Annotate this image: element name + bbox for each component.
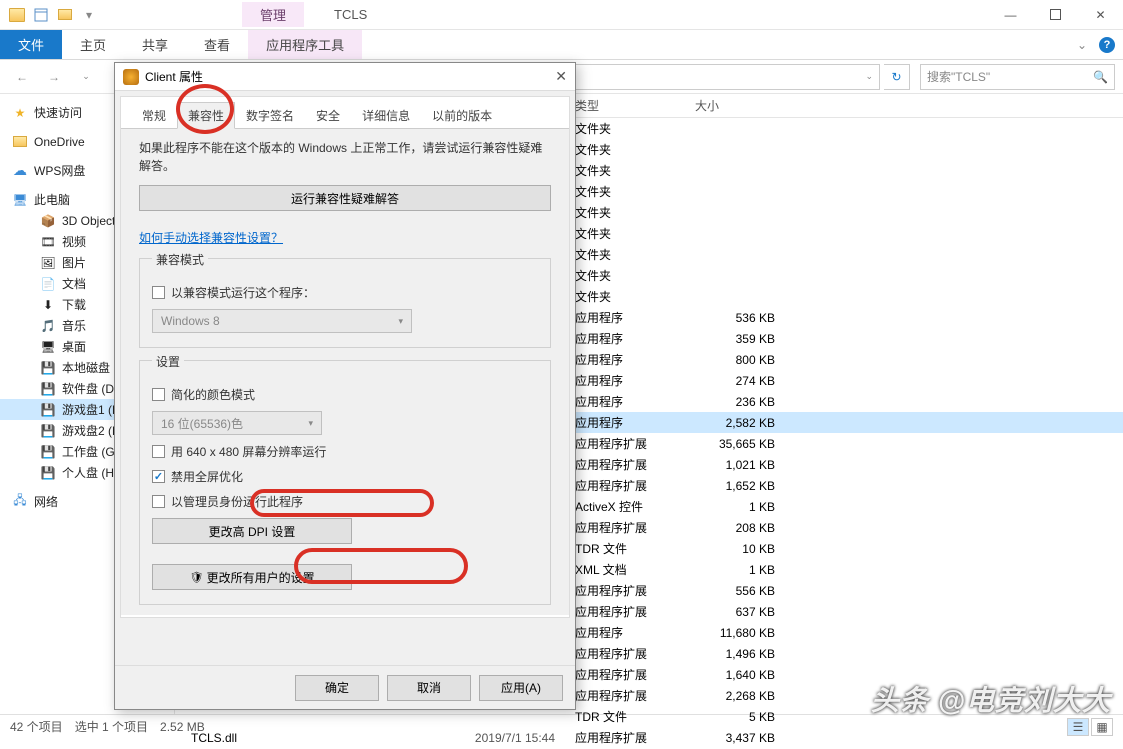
recent-dropdown[interactable]: ⌄ bbox=[72, 64, 100, 90]
compat-mode-title: 兼容模式 bbox=[152, 251, 208, 268]
star-icon: ★ bbox=[12, 105, 28, 121]
drive-icon: 💾 bbox=[40, 402, 56, 418]
drive-icon: 💾 bbox=[40, 444, 56, 460]
tab-view[interactable]: 查看 bbox=[186, 30, 248, 59]
minimize-button[interactable]: — bbox=[988, 1, 1033, 29]
res-640-checkbox[interactable]: 用 640 x 480 屏幕分辨率运行 bbox=[152, 443, 538, 460]
back-button[interactable]: ← bbox=[8, 64, 36, 90]
drive-icon: 🖥 bbox=[40, 339, 56, 355]
drive-icon: 🎵 bbox=[40, 318, 56, 334]
file-tab[interactable]: 文件 bbox=[0, 30, 62, 59]
drive-icon: 🖼 bbox=[40, 255, 56, 271]
compat-mode-checkbox[interactable]: 以兼容模式运行这个程序： bbox=[152, 284, 538, 301]
contextual-tab-label: 管理 bbox=[242, 2, 304, 27]
status-selected: 选中 1 个项目 bbox=[75, 718, 148, 735]
tab-app-tools[interactable]: 应用程序工具 bbox=[248, 30, 362, 59]
cancel-button[interactable]: 取消 bbox=[387, 675, 471, 701]
watermark: 头条 @电竞刘大大 bbox=[871, 679, 1111, 719]
all-users-button[interactable]: 🛡 更改所有用户的设置 bbox=[152, 564, 352, 590]
drive-icon: 📄 bbox=[40, 276, 56, 292]
help-icon[interactable]: ? bbox=[1099, 37, 1115, 53]
dialog-body: 如果此程序不能在这个版本的 Windows 上正常工作，请尝试运行兼容性疑难解答… bbox=[121, 129, 569, 615]
ok-button[interactable]: 确定 bbox=[295, 675, 379, 701]
drive-icon: ⬇ bbox=[40, 297, 56, 313]
dpi-settings-button[interactable]: 更改高 DPI 设置 bbox=[152, 518, 352, 544]
quick-access-toolbar: ▾ bbox=[0, 4, 102, 26]
drive-icon: 💾 bbox=[40, 423, 56, 439]
qat-properties-icon[interactable] bbox=[30, 4, 52, 26]
troubleshoot-button[interactable]: 运行兼容性疑难解答 bbox=[139, 185, 551, 211]
refresh-button[interactable]: ↻ bbox=[884, 64, 910, 90]
compat-mode-combo: Windows 8▾ bbox=[152, 309, 412, 333]
titlebar: ▾ 管理 TCLS — ✕ bbox=[0, 0, 1123, 30]
onedrive-icon bbox=[12, 134, 28, 150]
network-icon: 🖧 bbox=[12, 494, 28, 510]
pc-icon: 🖥 bbox=[12, 192, 28, 208]
drive-icon: 📦 bbox=[40, 213, 56, 229]
status-item-count: 42 个项目 bbox=[10, 718, 63, 735]
dialog-footer: 确定 取消 应用(A) bbox=[115, 665, 575, 709]
dialog-titlebar[interactable]: Client 属性 ✕ bbox=[115, 63, 575, 91]
dialog-close-button[interactable]: ✕ bbox=[555, 68, 567, 85]
tab-signatures[interactable]: 数字签名 bbox=[235, 102, 305, 129]
ribbon-expand-icon[interactable]: ⌄ bbox=[1077, 38, 1087, 52]
drive-icon: 💾 bbox=[40, 465, 56, 481]
folder-icon bbox=[6, 4, 28, 26]
window-title: TCLS bbox=[334, 7, 367, 22]
drive-icon: 💾 bbox=[40, 360, 56, 376]
manual-settings-link[interactable]: 如何手动选择兼容性设置？ bbox=[139, 229, 283, 246]
col-type[interactable]: 类型 bbox=[575, 94, 695, 117]
forward-button[interactable]: → bbox=[40, 64, 68, 90]
qat-new-folder-icon[interactable] bbox=[54, 4, 76, 26]
tab-general[interactable]: 常规 bbox=[131, 102, 177, 129]
disable-fullscreen-checkbox[interactable]: 禁用全屏优化 bbox=[152, 468, 538, 485]
apply-button[interactable]: 应用(A) bbox=[479, 675, 563, 701]
settings-title: 设置 bbox=[152, 353, 184, 370]
tab-previous[interactable]: 以前的版本 bbox=[421, 102, 503, 129]
table-row[interactable]: TCLS.dll2019/7/1 15:44应用程序扩展3,437 KB bbox=[175, 727, 1123, 748]
col-size[interactable]: 大小 bbox=[695, 94, 785, 117]
tab-home[interactable]: 主页 bbox=[62, 30, 124, 59]
search-input[interactable]: 搜索"TCLS" 🔍 bbox=[920, 64, 1115, 90]
qat-dropdown-icon[interactable]: ▾ bbox=[78, 4, 100, 26]
compat-mode-group: 兼容模式 以兼容模式运行这个程序： Windows 8▾ bbox=[139, 258, 551, 348]
chevron-down-icon: ▾ bbox=[308, 418, 313, 429]
ribbon-tabs: 文件 主页 共享 查看 应用程序工具 ⌄ ? bbox=[0, 30, 1123, 60]
tab-details[interactable]: 详细信息 bbox=[351, 102, 421, 129]
color-depth-combo: 16 位(65536)色▾ bbox=[152, 411, 322, 435]
tab-compatibility[interactable]: 兼容性 bbox=[177, 102, 235, 129]
close-button[interactable]: ✕ bbox=[1078, 1, 1123, 29]
run-as-admin-checkbox[interactable]: 以管理员身份运行此程序 bbox=[152, 493, 538, 510]
compat-description: 如果此程序不能在这个版本的 Windows 上正常工作，请尝试运行兼容性疑难解答… bbox=[139, 139, 551, 175]
shield-icon: 🛡 bbox=[189, 571, 203, 584]
settings-group: 设置 简化的颜色模式 16 位(65536)色▾ 用 640 x 480 屏幕分… bbox=[139, 360, 551, 605]
cloud-icon: ☁ bbox=[12, 163, 28, 179]
reduced-color-checkbox[interactable]: 简化的颜色模式 bbox=[152, 386, 538, 403]
drive-icon: 💾 bbox=[40, 381, 56, 397]
properties-dialog: Client 属性 ✕ 常规 兼容性 数字签名 安全 详细信息 以前的版本 如果… bbox=[114, 62, 576, 710]
tab-share[interactable]: 共享 bbox=[124, 30, 186, 59]
tab-security[interactable]: 安全 bbox=[305, 102, 351, 129]
search-icon: 🔍 bbox=[1093, 70, 1108, 84]
drive-icon: 🎞 bbox=[40, 234, 56, 250]
chevron-down-icon: ▾ bbox=[398, 316, 403, 327]
dialog-tabs: 常规 兼容性 数字签名 安全 详细信息 以前的版本 bbox=[121, 97, 569, 129]
app-icon bbox=[123, 69, 139, 85]
dialog-title: Client 属性 bbox=[145, 68, 203, 85]
search-placeholder: 搜索"TCLS" bbox=[927, 68, 990, 85]
maximize-button[interactable] bbox=[1033, 1, 1078, 29]
address-dropdown-icon[interactable]: ⌄ bbox=[865, 71, 873, 82]
